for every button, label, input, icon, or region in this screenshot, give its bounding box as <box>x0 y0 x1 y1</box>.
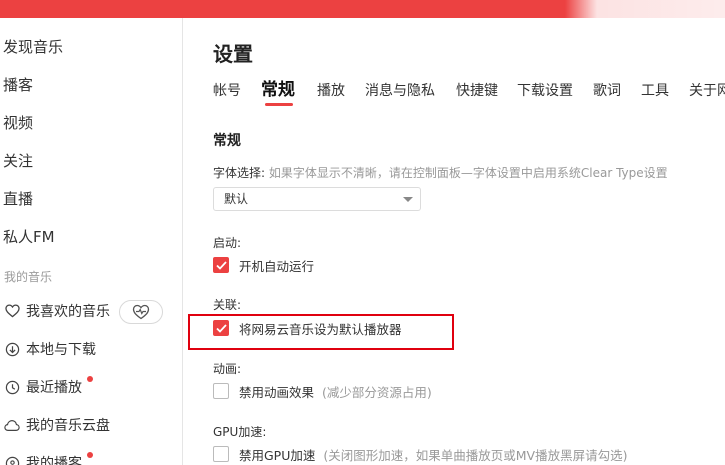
font-label: 字体选择: <box>213 166 266 180</box>
animation-option[interactable]: 禁用动画效果 (减少部分资源占用) <box>213 382 432 400</box>
podcast-badge-dot <box>87 452 93 458</box>
download-icon <box>4 341 20 357</box>
page-title: 设置 <box>213 42 253 66</box>
tab-download[interactable]: 下载设置 <box>517 80 573 102</box>
sidebar-item-label: 本地与下载 <box>26 342 96 358</box>
my-music-label: 我的音乐 <box>4 270 53 284</box>
sidebar-item-label: 我的播客 <box>26 456 82 465</box>
highlight-box <box>188 314 454 350</box>
sidebar-item-my-podcast[interactable]: 我的播客 <box>4 451 82 465</box>
sidebar-item-follow[interactable]: 关注 <box>3 149 33 173</box>
tab-tools[interactable]: 工具 <box>641 80 669 102</box>
cloud-icon <box>4 417 20 433</box>
gpu-option[interactable]: 禁用GPU加速 (关闭图形加速，如果单曲播放页或MV播放黑屏请勾选) <box>213 445 627 463</box>
active-tab-indicator <box>265 103 293 106</box>
sidebar-item-liked[interactable]: 我喜欢的音乐 <box>4 299 110 323</box>
font-select[interactable]: 默认 <box>213 187 421 211</box>
sidebar-item-video[interactable]: 视频 <box>3 111 33 135</box>
heart-outline-icon <box>4 303 20 319</box>
sidebar-item-label: 最近播放 <box>26 380 82 396</box>
tab-lyrics[interactable]: 歌词 <box>593 80 621 102</box>
heartbeat-icon <box>132 304 150 320</box>
checkbox-unchecked-icon[interactable] <box>213 446 229 462</box>
sidebar-item-live[interactable]: 直播 <box>3 187 33 211</box>
sidebar-item-cloud[interactable]: 我的音乐云盘 <box>4 413 110 437</box>
startup-option-label: 开机自动运行 <box>239 258 315 274</box>
settings-panel: 设置 帐号 常规 播放 消息与隐私 快捷键 下载设置 歌词 工具 关于网 常规 … <box>184 18 725 465</box>
startup-option[interactable]: 开机自动运行 <box>213 256 314 274</box>
font-setting-label: 字体选择: 如果字体显示不清晰，请在控制面板—字体设置中启用系统Clear Ty… <box>213 164 668 181</box>
heartbeat-mode-button[interactable] <box>119 300 163 324</box>
sidebar-item-label: 我喜欢的音乐 <box>26 304 110 320</box>
gpu-hint: (关闭图形加速，如果单曲播放页或MV播放黑屏请勾选) <box>323 447 628 463</box>
font-select-value: 默认 <box>224 192 249 206</box>
sidebar-item-podcast[interactable]: 播客 <box>3 73 33 97</box>
startup-label: 启动: <box>213 236 242 250</box>
clock-icon <box>4 379 20 395</box>
font-hint: 如果字体显示不清晰，请在控制面板—字体设置中启用系统Clear Type设置 <box>268 166 668 180</box>
tab-shortcuts[interactable]: 快捷键 <box>456 80 498 102</box>
section-title: 常规 <box>213 133 241 149</box>
gpu-option-label: 禁用GPU加速 <box>239 447 316 463</box>
animation-label: 动画: <box>213 362 242 376</box>
podcast-icon <box>4 455 20 465</box>
animation-hint: (减少部分资源占用) <box>322 384 432 400</box>
recent-badge-dot <box>87 376 93 382</box>
tab-account[interactable]: 帐号 <box>213 80 241 102</box>
tab-general[interactable]: 常规 <box>261 79 295 101</box>
sidebar-item-label: 我的音乐云盘 <box>26 418 110 434</box>
sidebar-item-recent[interactable]: 最近播放 <box>4 375 82 399</box>
tab-about[interactable]: 关于网 <box>689 80 725 102</box>
checkbox-unchecked-icon[interactable] <box>213 383 229 399</box>
association-label: 关联: <box>213 298 242 312</box>
tab-privacy[interactable]: 消息与隐私 <box>365 80 435 102</box>
sidebar-item-local-download[interactable]: 本地与下载 <box>4 337 96 361</box>
tab-playback[interactable]: 播放 <box>317 80 345 102</box>
gpu-label: GPU加速: <box>213 425 267 439</box>
animation-option-label: 禁用动画效果 <box>239 384 315 400</box>
sidebar: 发现音乐 播客 视频 关注 直播 私人FM 我的音乐 我喜欢的音乐 本地与下载 … <box>0 18 183 465</box>
sidebar-item-fm[interactable]: 私人FM <box>3 225 55 249</box>
checkbox-checked-icon[interactable] <box>213 257 229 273</box>
sidebar-item-discover[interactable]: 发现音乐 <box>3 35 63 59</box>
chevron-down-icon <box>403 197 413 202</box>
